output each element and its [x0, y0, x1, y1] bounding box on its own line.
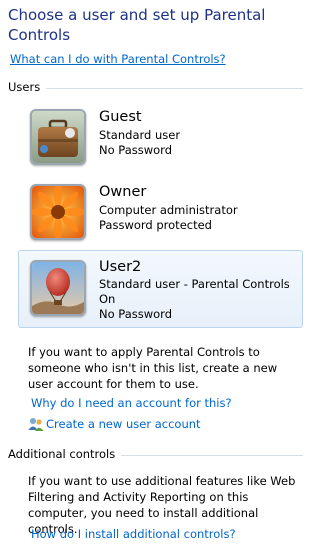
- users-heading: Users: [8, 80, 41, 94]
- suitcase-icon: [30, 109, 86, 165]
- section-divider: [46, 87, 303, 89]
- additional-controls-header: Additional controls: [8, 447, 303, 461]
- flower-icon: [30, 184, 86, 240]
- user-name: Guest: [99, 109, 142, 125]
- balloon-icon: [30, 260, 86, 316]
- create-account-label: Create a new user account: [46, 417, 201, 431]
- user-password-status: Password protected: [99, 218, 212, 232]
- user-account-type: Standard user: [99, 128, 181, 142]
- user-password-status: No Password: [99, 143, 173, 157]
- user-card-guest[interactable]: Guest Standard user No Password: [18, 101, 303, 175]
- users-icon: [28, 418, 44, 431]
- user-name: Owner: [99, 184, 147, 200]
- parental-controls-status: On: [99, 292, 116, 306]
- users-section-header: Users: [8, 80, 303, 94]
- additional-controls-heading: Additional controls: [8, 447, 116, 461]
- user-card-owner[interactable]: Owner Computer administrator Password pr…: [18, 176, 303, 250]
- page-title: Choose a user and set up Parental Contro…: [8, 6, 266, 44]
- install-controls-link[interactable]: How do I install additional controls?: [31, 527, 236, 541]
- user-name: User2: [99, 259, 142, 275]
- why-account-link[interactable]: Why do I need an account for this?: [31, 396, 232, 410]
- user-account-type: Computer administrator: [99, 203, 238, 217]
- user-card-user2[interactable]: User2 Standard user - Parental Controls …: [18, 250, 303, 328]
- parental-controls-help-link[interactable]: What can I do with Parental Controls?: [10, 52, 226, 66]
- section-divider: [121, 454, 303, 456]
- create-account-link[interactable]: Create a new user account: [28, 416, 201, 432]
- new-account-info-text: If you want to apply Parental Controls t…: [28, 345, 278, 391]
- user-password-status: No Password: [99, 307, 173, 321]
- user-account-type: Standard user - Parental Controls: [99, 277, 290, 291]
